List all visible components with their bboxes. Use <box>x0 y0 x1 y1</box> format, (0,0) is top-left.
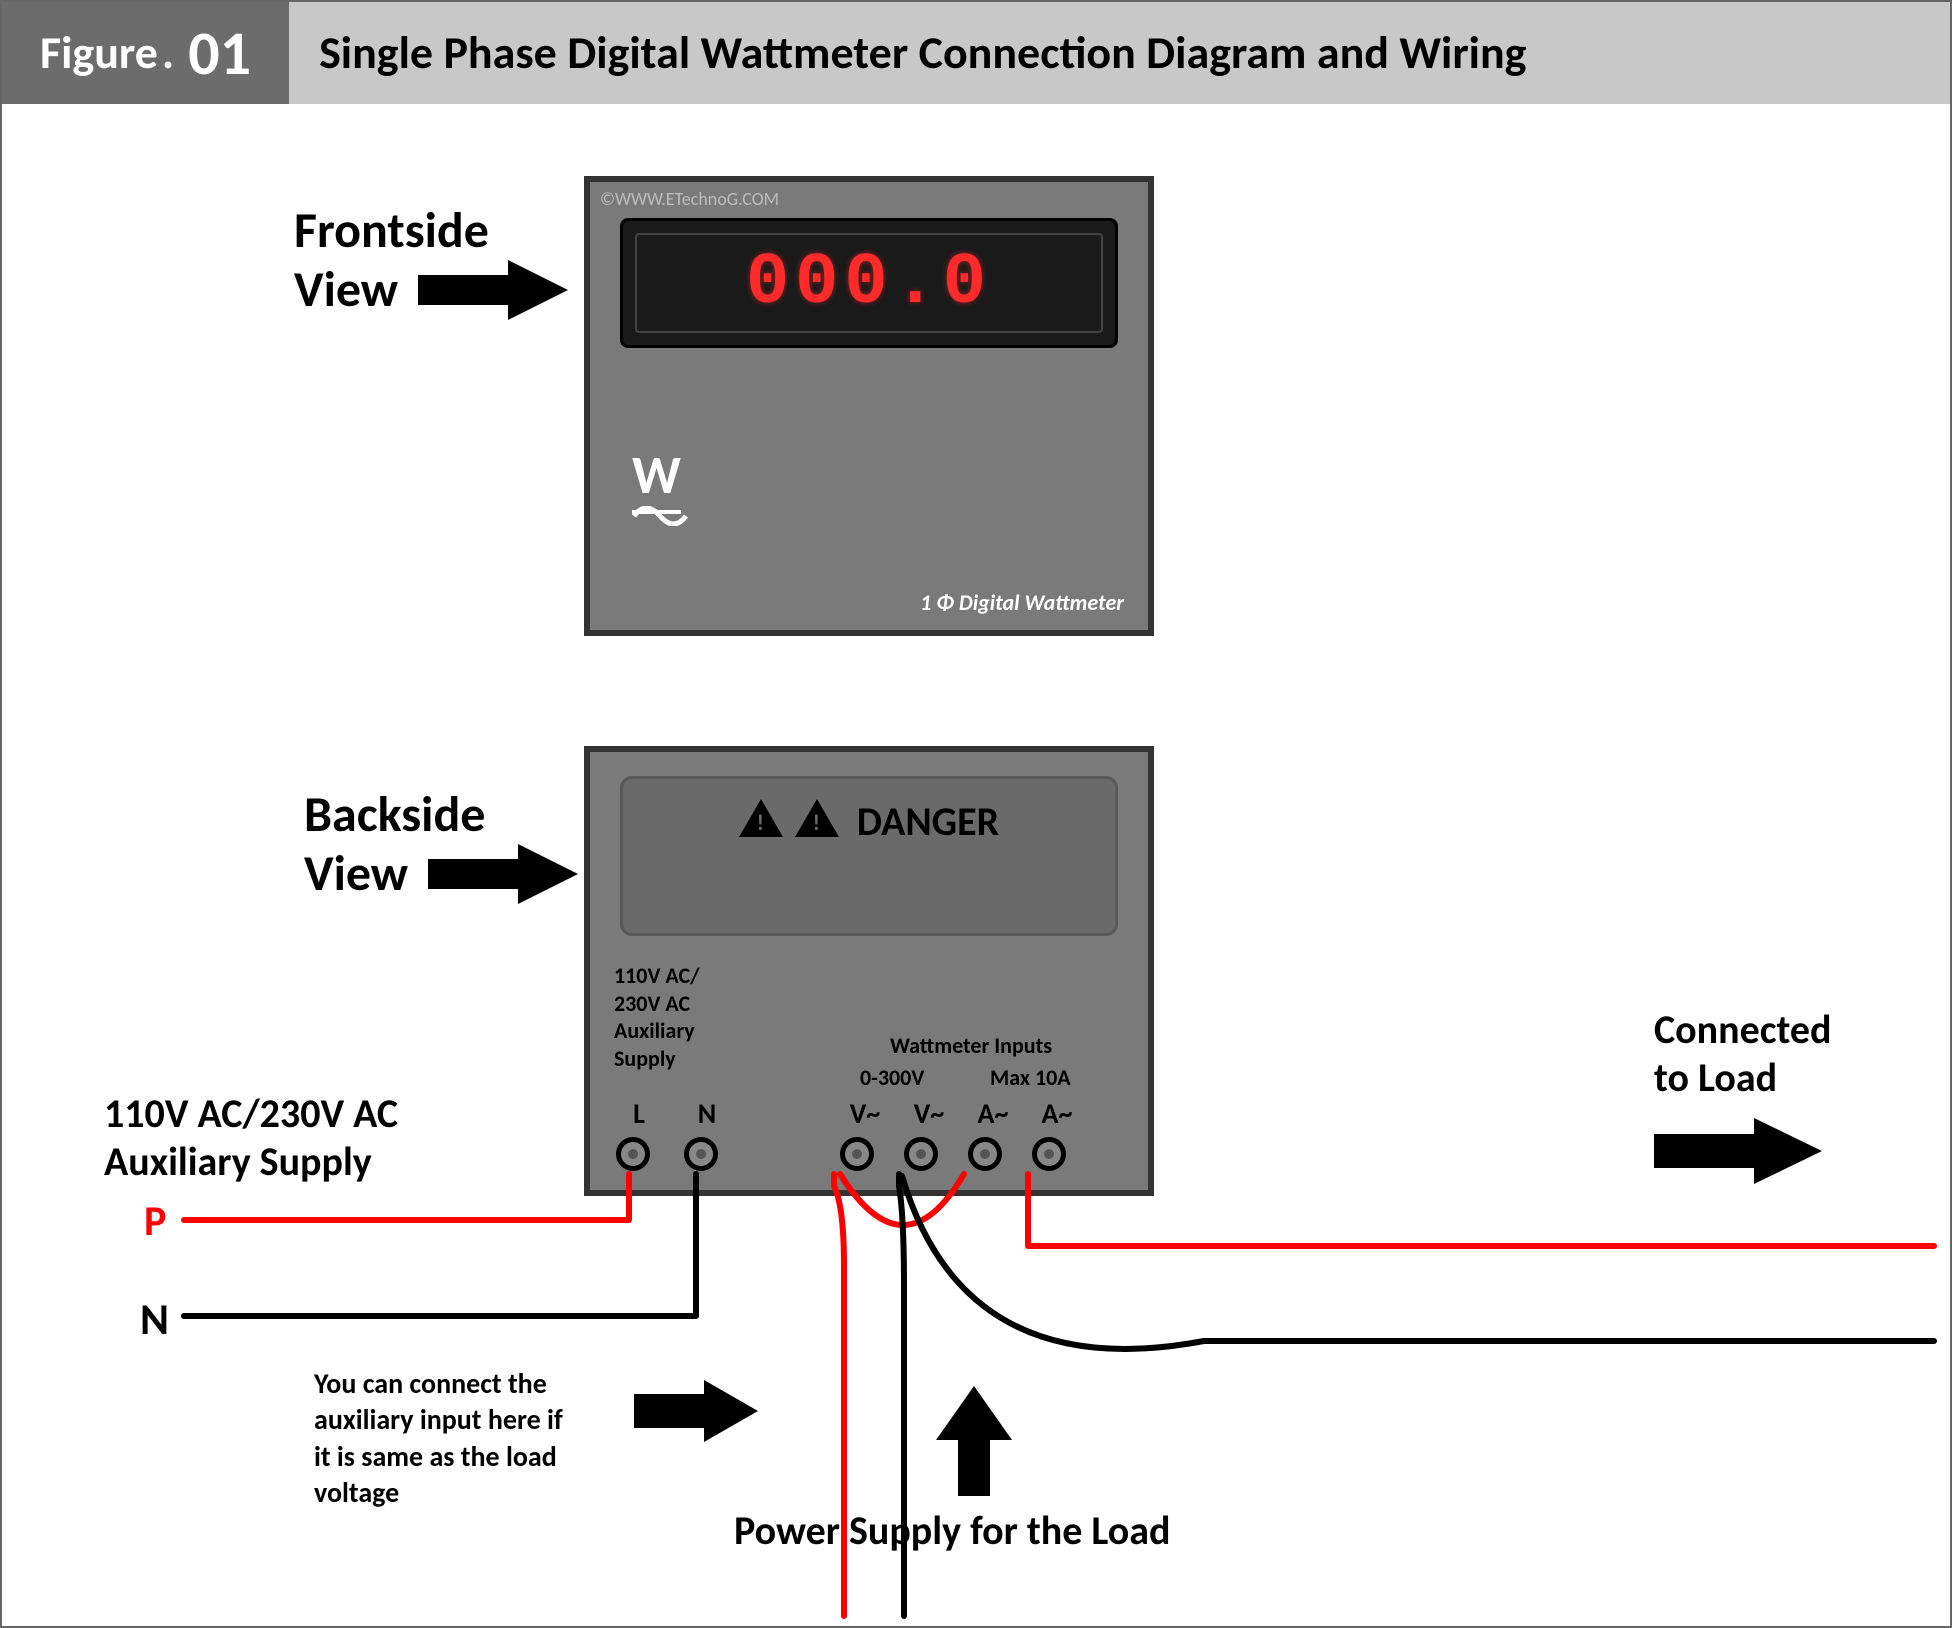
connected-to-load-label: Connected to Load <box>1654 1006 1831 1102</box>
backside-label: Backside View <box>304 786 578 904</box>
figure-page: Figure.01 Single Phase Digital Wattmeter… <box>0 0 1952 1628</box>
terminal-A1 <box>968 1137 1002 1171</box>
terminal-V1 <box>840 1137 874 1171</box>
terminal-label-L: L <box>614 1096 664 1126</box>
wattmeter-front: ©WWW.ETechnoG.COM 000.0 W 1 Φ Digital Wa… <box>584 176 1154 636</box>
aux-note: You can connect the auxiliary input here… <box>314 1366 624 1512</box>
terminal-row <box>610 1128 1128 1180</box>
terminal-label-V2: V~ <box>904 1096 954 1126</box>
wattmeter-back: DANGER 110V AC/ 230V AC Auxiliary Supply… <box>584 746 1154 1196</box>
current-range: Max 10A <box>990 1064 1071 1091</box>
aux-supply-label: 110V AC/ 230V AC Auxiliary Supply <box>614 962 794 1072</box>
terminal-letters: L N V~ V~ A~ A~ <box>614 1096 1124 1126</box>
figure-header: Figure.01 Single Phase Digital Wattmeter… <box>2 2 1950 104</box>
digital-display: 000.0 <box>620 218 1118 348</box>
phase-wire-label: P <box>144 1196 166 1247</box>
danger-text: DANGER <box>857 797 999 846</box>
inputs-heading: Wattmeter Inputs <box>890 1032 1052 1059</box>
neutral-wire-label: N <box>140 1292 169 1346</box>
copyright-text: ©WWW.ETechnoG.COM <box>590 182 1148 210</box>
danger-panel: DANGER <box>620 776 1118 936</box>
figure-prefix: Figure <box>40 25 158 81</box>
arrow-right-icon <box>418 260 568 320</box>
terminal-label-N: N <box>682 1096 732 1126</box>
warning-icon <box>739 799 783 837</box>
voltage-range: 0-300V <box>860 1064 924 1091</box>
figure-title: Single Phase Digital Wattmeter Connectio… <box>289 2 1950 104</box>
terminal-A2 <box>1032 1137 1066 1171</box>
arrow-up-icon <box>934 1386 1014 1496</box>
power-supply-label: Power Supply for the Load <box>734 1506 1170 1555</box>
diagram-area: Frontside View ©WWW.ETechnoG.COM 000.0 W… <box>4 106 1948 1624</box>
watt-symbol: W <box>632 442 688 526</box>
aux-supply-heading: 110V AC/230V AC Auxiliary Supply <box>104 1090 398 1186</box>
frontside-label: Frontside View <box>294 202 568 320</box>
terminal-N <box>684 1137 718 1171</box>
arrow-right-icon <box>634 1376 764 1446</box>
warning-icon <box>795 799 839 837</box>
arrow-right-icon <box>428 844 578 904</box>
terminal-label-A2: A~ <box>1032 1096 1082 1126</box>
display-reading: 000.0 <box>746 242 992 324</box>
device-description: 1 Φ Digital Wattmeter <box>920 589 1124 616</box>
terminal-label-A1: A~ <box>968 1096 1018 1126</box>
terminal-label-V1: V~ <box>840 1096 890 1126</box>
figure-badge: Figure.01 <box>2 2 289 104</box>
terminal-V2 <box>904 1137 938 1171</box>
terminal-L <box>616 1137 650 1171</box>
figure-number: 01 <box>188 15 251 91</box>
arrow-right-icon <box>1654 1116 1824 1186</box>
